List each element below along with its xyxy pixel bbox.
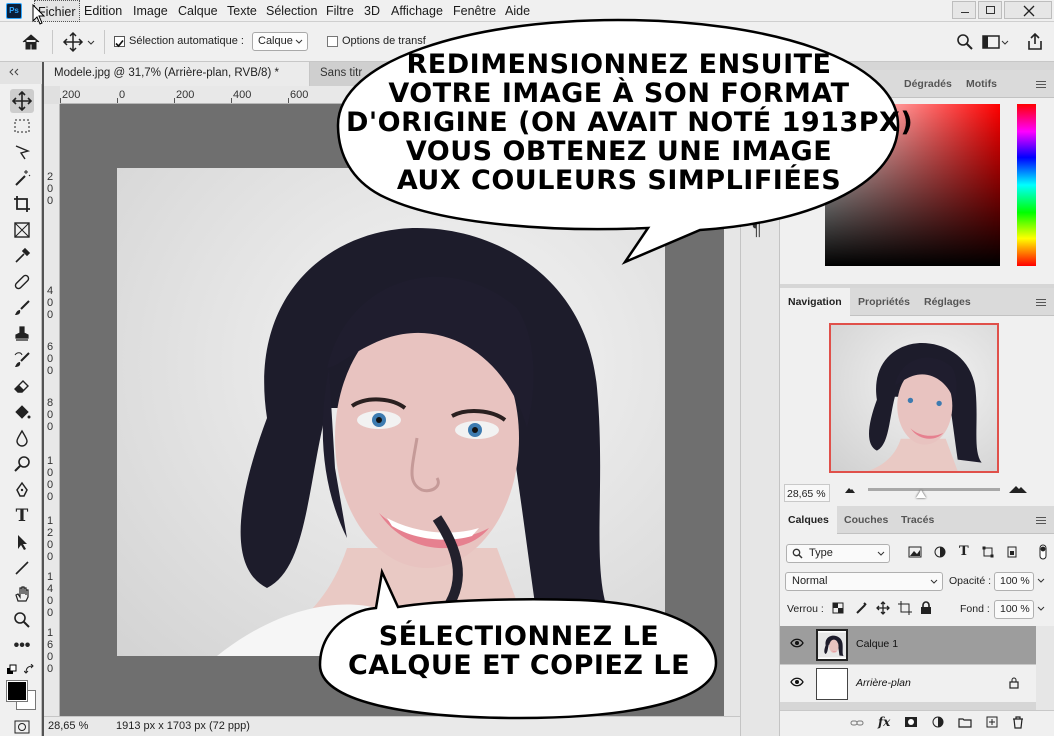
- top-bubble-text: REDIMENSIONNEZ ENSUITE VOTRE IMAGE À SON…: [346, 49, 914, 196]
- bubble-line: SÉLECTIONNEZ LE: [378, 621, 660, 652]
- bubble-line: CALQUE ET COPIEZ LE: [347, 650, 691, 681]
- mouse-cursor-icon: [32, 4, 46, 25]
- bubble-line: REDIMENSIONNEZ ENSUITE: [406, 49, 832, 80]
- bubble-line: AUX COULEURS SIMPLIFIÉES: [396, 165, 842, 196]
- bottom-bubble-text: SÉLECTIONNEZ LE CALQUE ET COPIEZ LE: [330, 622, 708, 680]
- bubble-line: VOTRE IMAGE À SON FORMAT: [388, 78, 850, 109]
- bubble-line: D'ORIGINE (ON AVAIT NOTÉ 1913PX): [346, 107, 914, 138]
- bubble-line: VOUS OBTENEZ UNE IMAGE: [405, 136, 833, 167]
